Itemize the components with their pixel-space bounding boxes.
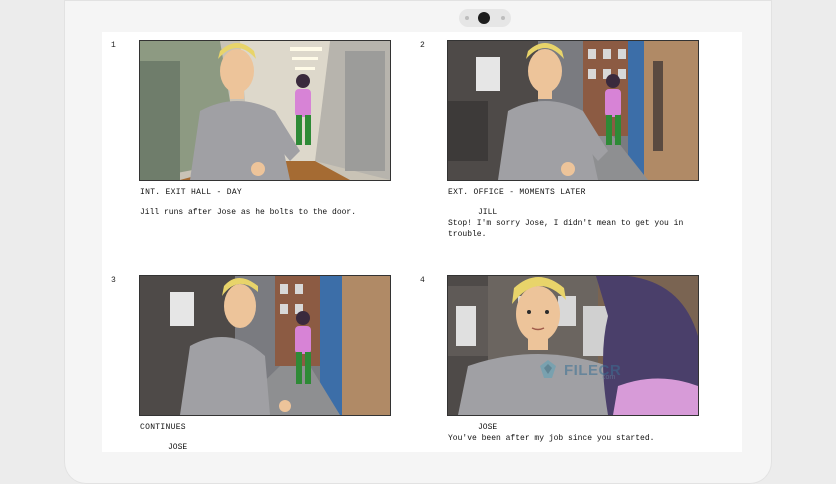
panel-number: 2 <box>420 41 425 50</box>
panel-image-3[interactable] <box>139 275 391 416</box>
panel-image-1[interactable] <box>139 40 391 181</box>
dialogue-line: You've been after my job since you start… <box>448 434 655 443</box>
panel-number: 4 <box>420 276 425 285</box>
panel-image-2[interactable] <box>447 40 699 181</box>
sensor-dot <box>465 16 469 20</box>
watermark: FILECR .com <box>536 358 621 382</box>
character-name: JILL <box>478 208 498 217</box>
panel-image-4[interactable] <box>447 275 699 416</box>
dialogue-line: Stop! I'm sorry Jose, I didn't mean to g… <box>448 219 684 239</box>
scene-heading: EXT. OFFICE - MOMENTS LATER <box>448 188 586 197</box>
panel-number: 3 <box>111 276 116 285</box>
camera-icon <box>478 12 490 24</box>
panel-number: 1 <box>111 41 116 50</box>
scene-heading: CONTINUES <box>140 423 186 432</box>
character-name: JOSE <box>478 423 498 432</box>
camera-bar <box>459 9 511 27</box>
watermark-logo-icon <box>540 360 556 378</box>
scene-heading: INT. EXIT HALL - DAY <box>140 188 243 197</box>
watermark-sub: .com <box>600 374 616 381</box>
action-line: Jill runs after Jose as he bolts to the … <box>140 208 357 217</box>
sensor-dot <box>501 16 505 20</box>
character-name: JOSE <box>168 443 188 452</box>
storyboard-page: 1 INT. EXIT HALL - DAY Jill runs after J… <box>102 32 742 452</box>
